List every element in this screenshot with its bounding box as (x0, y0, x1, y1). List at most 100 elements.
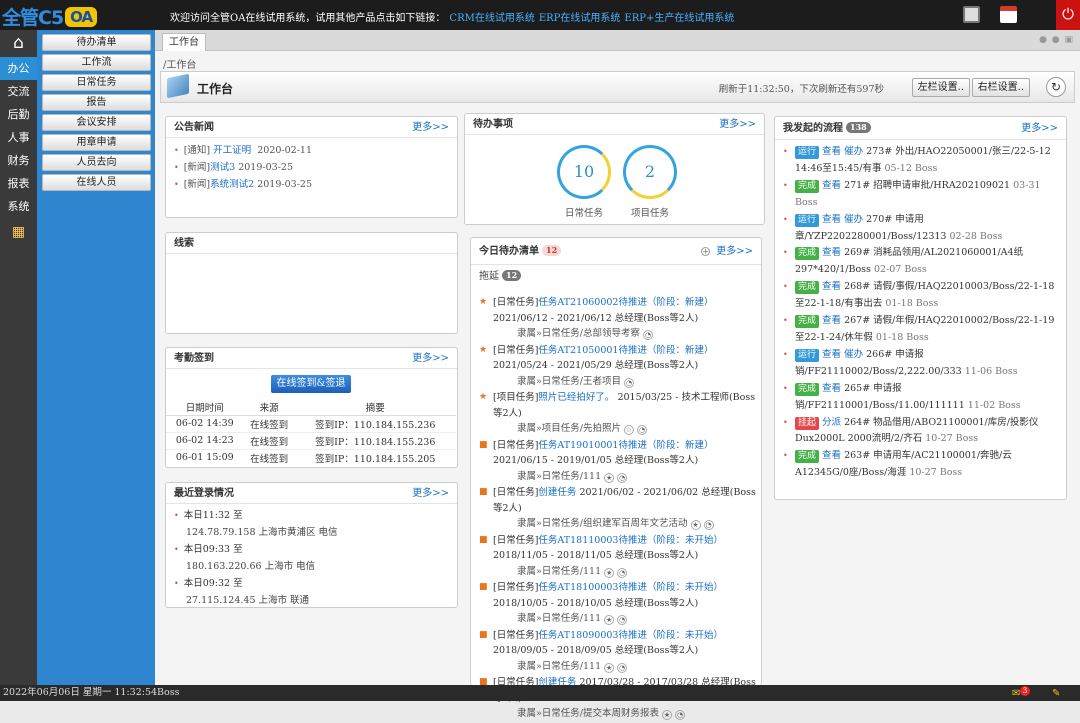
view-link[interactable]: 查看 (822, 383, 841, 394)
daily-task-count[interactable]: 10 (557, 145, 611, 199)
submenu-online-users[interactable]: 在线人员 (42, 174, 151, 191)
submenu-reports[interactable]: 报告 (42, 94, 151, 111)
view-link[interactable]: 查看 (822, 214, 841, 225)
erp-production-link[interactable]: ERP+生产在线试用系统 (624, 13, 734, 24)
bell-icon[interactable]: ◔ (617, 662, 628, 673)
task-link[interactable]: 任务AT21060002待推进（阶段：新建） (538, 297, 713, 308)
task-link[interactable]: 任务AT18110003待推进（阶段：未开始） (538, 535, 723, 546)
todo-more-link[interactable]: 更多>> (716, 246, 753, 257)
home-icon[interactable]: ⌂ (0, 30, 37, 57)
news-item-link[interactable]: 测试3 (210, 162, 235, 173)
view-link[interactable]: 查看 (822, 180, 841, 191)
news-item-link[interactable]: 开工证明 (213, 145, 251, 156)
bell-icon[interactable]: ◔ (675, 710, 686, 720)
view-link[interactable]: 查看 (822, 315, 841, 326)
status-badge: 完成 (795, 179, 820, 193)
news-more-link[interactable]: 更多>> (412, 117, 449, 138)
submenu-todo-list[interactable]: 待办清单 (42, 34, 151, 51)
news-title: 公告新闻 (174, 122, 214, 133)
status-user: Boss (157, 687, 180, 698)
star-icon[interactable]: ★ (662, 710, 673, 720)
nav-item-system[interactable]: 系统 (0, 195, 37, 218)
right-column-settings-button[interactable]: 右栏设置.. (971, 78, 1030, 97)
nav-item-office[interactable]: 办公 (0, 57, 37, 80)
list-item: ■ [日常任务]任务AT18110003待推进（阶段：未开始） 2018/11/0… (479, 534, 723, 578)
nav-item-hr[interactable]: 人事 (0, 126, 37, 149)
calendar-icon[interactable] (1000, 6, 1017, 23)
submenu-staff-whereabouts[interactable]: 人员去向 (42, 154, 151, 171)
star-icon[interactable]: ★ (604, 567, 615, 578)
list-item: • 运行 查看 催办 273# 外出/HAO22050001/张三/22-5-12 … (783, 146, 1051, 174)
login-more-link[interactable]: 更多>> (412, 483, 449, 504)
power-icon[interactable]: ⏻ (1056, 0, 1080, 30)
bell-icon[interactable]: ◔ (617, 567, 628, 578)
login-info: 180.163.220.66 上海市 电信 (186, 561, 316, 572)
assign-link[interactable]: 分派 (822, 417, 841, 428)
star-icon[interactable]: ★ (604, 615, 615, 625)
submenu-daily-tasks[interactable]: 日常任务 (42, 74, 151, 91)
submenu-meetings[interactable]: 会议安排 (42, 114, 151, 131)
refresh-icon[interactable]: ↻ (1046, 77, 1066, 97)
list-item: • 完成 查看 268# 请假/事假/HAQ22010003/Boss/22-1-1… (783, 281, 1055, 310)
view-link[interactable]: 查看 (822, 349, 841, 360)
attendance-more-link[interactable]: 更多>> (412, 348, 449, 369)
submenu-seal-request[interactable]: 用章申请 (42, 134, 151, 151)
flows-more-link[interactable]: 更多>> (1021, 117, 1058, 140)
login-time: • 本日11:32 至 (174, 510, 243, 521)
project-task-count[interactable]: 2 (623, 145, 677, 199)
task-link[interactable]: 任务AT19010001待推进（阶段：新建） (538, 440, 713, 451)
star-icon[interactable]: ★ (690, 520, 701, 530)
nav-item-finance[interactable]: 财务 (0, 149, 37, 172)
left-column-settings-button[interactable]: 左栏设置.. (911, 78, 970, 97)
task-link[interactable]: 任务AT21050001待推进（阶段：新建） (538, 345, 713, 356)
list-item: • 挂起 分派 264# 物品借用/ABO21100001/库房/投影仪 Dux20… (783, 416, 1039, 445)
star-icon[interactable]: ☆ (624, 425, 635, 435)
status-badge: 完成 (795, 450, 820, 464)
task-link[interactable]: 创建任务 (538, 487, 576, 498)
nav-item-communication[interactable]: 交流 (0, 80, 37, 103)
view-link[interactable]: 查看 (822, 281, 841, 292)
sign-in-out-button[interactable]: 在线签到&签退 (271, 375, 351, 393)
window-controls[interactable]: ● ● ▣ (1039, 35, 1074, 45)
app-logo[interactable]: 全管C5 OA (2, 3, 98, 30)
login-time: • 本日09:33 至 (174, 544, 243, 555)
erp-link[interactable]: ERP在线试用系统 (539, 13, 621, 24)
status-badge: 运行 (795, 348, 820, 362)
apps-icon[interactable]: ▦ (9, 224, 29, 240)
login-info: 124.78.79.158 上海市黄浦区 电信 (186, 527, 338, 538)
tab-workbench[interactable]: 工作台 (162, 33, 206, 51)
nav-item-logistics[interactable]: 后勤 (0, 103, 37, 126)
crm-link[interactable]: CRM在线试用系统 (449, 13, 534, 24)
bell-icon[interactable]: ◔ (617, 615, 628, 625)
bell-icon[interactable]: ◔ (637, 425, 648, 435)
list-item: ★ [日常任务]任务AT21060002待推进（阶段：新建） 2021/06/12… (479, 297, 714, 340)
urge-link[interactable]: 催办 (844, 214, 863, 225)
view-link[interactable]: 查看 (822, 450, 841, 461)
star-icon[interactable]: ★ (604, 662, 615, 673)
calculator-icon[interactable] (963, 6, 980, 23)
submenu-workflow[interactable]: 工作流 (42, 54, 151, 71)
urge-link[interactable]: 催办 (844, 146, 863, 157)
task-link[interactable]: 任务AT18100003待推进（阶段：未开始） (538, 582, 723, 593)
add-icon[interactable]: + (701, 247, 711, 256)
pending-panel: 待办事项 更多>> 10 2 日常任务 项目任务 (464, 113, 765, 225)
status-datetime: 2022年06月06日 星期一 11:32:54 (3, 687, 158, 698)
bell-icon[interactable]: ◔ (624, 377, 635, 388)
star-icon[interactable]: ★ (604, 472, 615, 483)
status-bar: 2022年06月06日 星期一 11:32:54 Boss ✉ 3 ✎ (0, 685, 1080, 701)
news-item-link[interactable]: 系统测试2 (210, 179, 254, 190)
urge-link[interactable]: 催办 (844, 349, 863, 360)
bell-icon[interactable]: ◔ (703, 520, 714, 530)
task-link[interactable]: 任务AT18090003待推进（阶段：未开始） (538, 630, 723, 641)
task-link[interactable]: 照片已经拍好了。 (538, 392, 614, 403)
view-link[interactable]: 查看 (822, 146, 841, 157)
message-icon[interactable]: ✎ (1052, 686, 1066, 699)
project-task-label: 项目任务 (630, 208, 669, 219)
nav-item-reports[interactable]: 报表 (0, 172, 37, 195)
view-link[interactable]: 查看 (822, 247, 841, 258)
bell-icon[interactable]: ◔ (617, 472, 628, 483)
bell-icon[interactable]: ◔ (643, 330, 654, 340)
login-info: 27.115.124.45 上海市 联通 (186, 595, 310, 606)
login-title: 最近登录情况 (174, 488, 234, 499)
pending-more-link[interactable]: 更多>> (719, 114, 756, 135)
